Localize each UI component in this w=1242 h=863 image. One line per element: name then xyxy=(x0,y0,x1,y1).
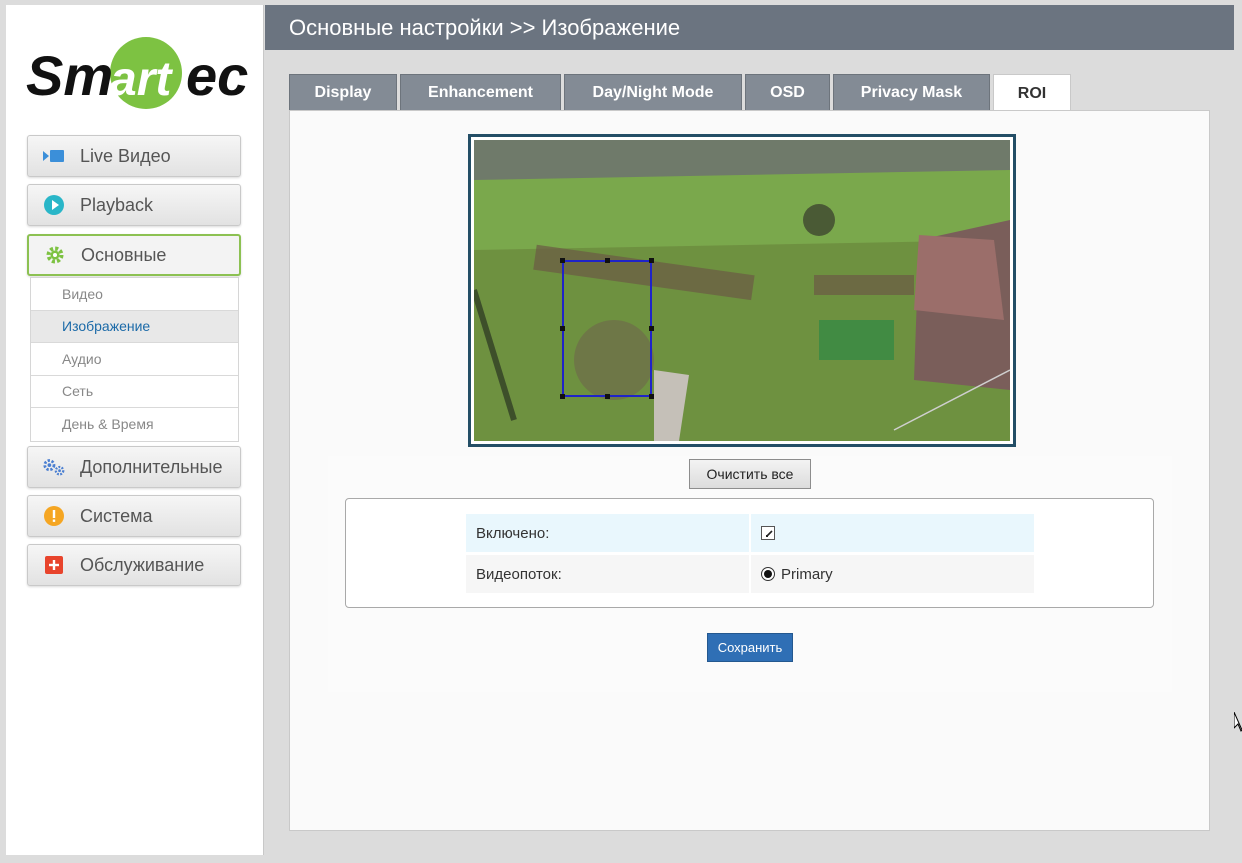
logo-text-mid: art xyxy=(110,53,173,106)
sidebar-item-label: Дополнительные xyxy=(80,456,223,477)
logo-text-left: Sm xyxy=(26,44,113,107)
roi-handle[interactable] xyxy=(605,394,610,399)
enabled-checkbox[interactable] xyxy=(761,526,775,540)
video-preview[interactable] xyxy=(474,140,1010,441)
enabled-label: Включено: xyxy=(466,514,749,552)
warning-icon xyxy=(42,504,66,528)
tab-roi[interactable]: ROI xyxy=(993,74,1071,112)
enabled-value xyxy=(751,514,1034,552)
roi-handle[interactable] xyxy=(560,258,565,263)
tab-day-night-mode[interactable]: Day/Night Mode xyxy=(564,74,742,111)
tab-osd[interactable]: OSD xyxy=(745,74,830,111)
roi-handle[interactable] xyxy=(649,326,654,331)
sidebar-item-playback[interactable]: Playback xyxy=(27,184,241,226)
sidebar-item-label: Live Видео xyxy=(80,145,171,166)
check-icon xyxy=(766,530,773,537)
submenu-item-image[interactable]: Изображение xyxy=(31,310,238,343)
sidebar-item-basic[interactable]: Основные xyxy=(27,234,241,276)
stream-row: Видеопоток: Primary xyxy=(466,555,1034,593)
gear-icon xyxy=(43,243,67,267)
roi-handle[interactable] xyxy=(649,394,654,399)
tab-enhancement[interactable]: Enhancement xyxy=(400,74,561,111)
submenu-item-video[interactable]: Видео xyxy=(31,278,238,311)
video-preview-frame xyxy=(468,134,1016,447)
submenu-item-date-time[interactable]: День & Время xyxy=(31,408,238,441)
roi-handle[interactable] xyxy=(560,326,565,331)
roi-handle[interactable] xyxy=(560,394,565,399)
roi-handle[interactable] xyxy=(649,258,654,263)
sidebar-item-system[interactable]: Система xyxy=(27,495,241,537)
smartec-logo: Sm art ec xyxy=(26,37,248,109)
clear-all-button[interactable]: Очистить все xyxy=(689,459,811,489)
tab-privacy-mask[interactable]: Privacy Mask xyxy=(833,74,990,111)
tab-display[interactable]: Display xyxy=(289,74,397,111)
roi-handle[interactable] xyxy=(605,258,610,263)
submenu-item-network[interactable]: Сеть xyxy=(31,375,238,408)
sidebar-item-label: Playback xyxy=(80,194,154,215)
page-title: Основные настройки >> Изображение xyxy=(265,5,1234,50)
stream-primary-radio[interactable] xyxy=(761,567,775,581)
sidebar-item-advanced[interactable]: Дополнительные xyxy=(27,446,241,488)
sidebar-item-label: Основные xyxy=(81,244,167,265)
roi-region-box[interactable] xyxy=(560,258,654,399)
sidebar: Sm art ec Live Видео Playback Основные В… xyxy=(6,5,264,855)
enabled-row: Включено: xyxy=(466,514,1034,552)
save-button[interactable]: Сохранить xyxy=(707,633,793,662)
submenu-item-audio[interactable]: Аудио xyxy=(31,343,238,376)
gears-icon xyxy=(42,455,66,479)
roi-content-panel: Очистить все Включено: Видеопоток: Prima… xyxy=(289,110,1210,831)
stream-primary-label: Primary xyxy=(781,565,833,583)
submenu: Видео Изображение Аудио Сеть День & Врем… xyxy=(30,277,239,442)
plus-icon xyxy=(42,553,66,577)
camera-scene-image xyxy=(474,140,1010,441)
sidebar-item-maintenance[interactable]: Обслуживание xyxy=(27,544,241,586)
sidebar-item-label: Система xyxy=(80,505,153,526)
playback-icon xyxy=(42,193,66,217)
stream-value: Primary xyxy=(751,555,1034,593)
roi-settings-box: Включено: Видеопоток: Primary xyxy=(345,498,1154,608)
stream-label: Видеопоток: xyxy=(466,555,749,593)
logo-text-right: ec xyxy=(186,44,248,107)
sidebar-item-label: Обслуживание xyxy=(80,554,205,575)
sidebar-item-live-video[interactable]: Live Видео xyxy=(27,135,241,177)
mouse-cursor-icon xyxy=(1234,712,1242,732)
live-video-icon xyxy=(42,144,66,168)
